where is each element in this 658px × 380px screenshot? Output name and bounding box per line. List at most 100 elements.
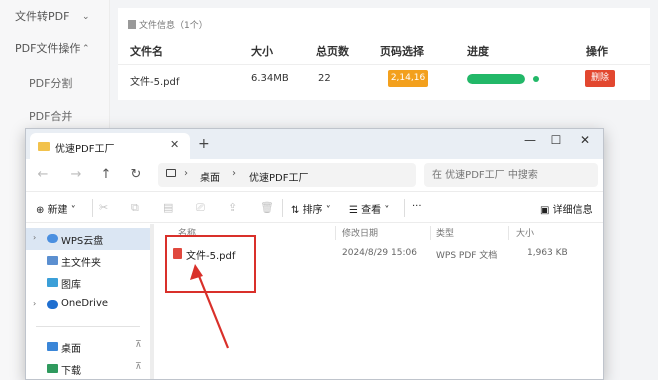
column-divider[interactable] xyxy=(430,226,431,240)
progress-fill xyxy=(467,74,525,84)
column-divider[interactable] xyxy=(508,226,509,240)
nav-label: 主文件夹 xyxy=(61,258,101,269)
navigation-scrollbar[interactable] xyxy=(150,224,154,379)
file-info-title: 文件信息（1个） xyxy=(139,21,208,31)
row-file-size: 6.34MB xyxy=(251,73,289,84)
column-header-size[interactable]: 大小 xyxy=(516,226,534,239)
paste-icon[interactable]: ▤ xyxy=(163,201,173,214)
sidebar-item-file-to-pdf[interactable]: 文件转PDF ⌄ xyxy=(0,6,110,28)
progress-done-dot xyxy=(533,76,539,82)
sort-button[interactable]: ⇅ 排序 ˅ xyxy=(291,201,331,216)
nav-item-desktop[interactable]: 桌面 ⊼ xyxy=(26,336,150,358)
more-options-button[interactable]: ··· xyxy=(412,201,422,212)
nav-item-home[interactable]: 主文件夹 xyxy=(26,250,150,272)
pin-icon: ⊼ xyxy=(135,340,142,350)
chevron-up-icon: ⌃ xyxy=(82,44,90,54)
title-bar: 优速PDF工厂 ✕ + — ☐ ✕ xyxy=(26,129,603,159)
column-header-modified[interactable]: 修改日期 xyxy=(342,226,378,239)
details-pane-button[interactable]: ▣ 详细信息 xyxy=(540,201,593,216)
toolbar-divider xyxy=(92,199,93,217)
file-size: 1,963 KB xyxy=(527,248,568,258)
command-bar: ⊕ 新建 ˅ ✂ ⧉ ▤ ⎚ ⇪ 🗑 ⇅ 排序 ˅ ☰ 查看 ˅ ··· ▣ 详… xyxy=(26,191,603,223)
gallery-icon xyxy=(47,278,58,287)
chevron-right-icon[interactable]: › xyxy=(33,233,36,242)
nav-item-gallery[interactable]: 图库 xyxy=(26,272,150,294)
page-range-badge[interactable]: 2,14,16 xyxy=(388,70,428,87)
cloud-icon xyxy=(47,234,58,243)
navigation-pane: › WPS云盘 主文件夹 图库 › OneDrive 桌面 ⊼ 下载 ⊼ xyxy=(26,224,150,379)
sidebar-item-label: PDF文件操作 xyxy=(15,42,81,55)
column-header-page-range: 页码选择 xyxy=(380,45,424,58)
copy-icon[interactable]: ⧉ xyxy=(131,201,139,215)
forward-button[interactable]: → xyxy=(67,167,85,182)
rename-icon[interactable]: ⎚ xyxy=(196,201,205,215)
toolbar-divider xyxy=(404,199,405,217)
sidebar-item-label: 文件转PDF xyxy=(15,10,70,23)
new-tab-button[interactable]: + xyxy=(198,136,210,152)
folder-icon xyxy=(38,142,50,151)
view-button[interactable]: ☰ 查看 ˅ xyxy=(349,201,389,216)
column-header-action: 操作 xyxy=(586,45,608,58)
file-type: WPS PDF 文档 xyxy=(436,251,498,261)
column-header-pages: 总页数 xyxy=(316,45,349,58)
search-box[interactable] xyxy=(424,163,598,187)
minimize-button[interactable]: — xyxy=(518,133,542,147)
breadcrumb-separator: › xyxy=(232,168,236,179)
column-header-size: 大小 xyxy=(251,45,273,58)
monitor-icon xyxy=(166,169,176,177)
chevron-down-icon: ⌄ xyxy=(82,12,90,22)
column-header-filename: 文件名 xyxy=(130,45,163,58)
refresh-button[interactable]: ↻ xyxy=(127,167,145,182)
nav-label: 下载 xyxy=(61,366,81,377)
up-button[interactable]: ↑ xyxy=(97,167,115,182)
download-icon xyxy=(47,364,58,373)
sidebar-subitem-pdf-merge[interactable]: PDF合并 xyxy=(29,108,72,124)
back-button[interactable]: ← xyxy=(34,167,52,182)
maximize-button[interactable]: ☐ xyxy=(544,133,568,147)
close-window-button[interactable]: ✕ xyxy=(573,133,597,147)
pin-icon: ⊼ xyxy=(135,362,142,372)
share-icon[interactable]: ⇪ xyxy=(228,201,237,214)
sort-label: 排序 xyxy=(302,205,323,216)
desktop-icon xyxy=(47,342,58,351)
search-input[interactable] xyxy=(432,167,590,183)
delete-icon[interactable]: 🗑 xyxy=(260,201,274,214)
column-header-type[interactable]: 类型 xyxy=(436,226,454,239)
nav-label: OneDrive xyxy=(61,298,109,309)
nav-label: 桌面 xyxy=(61,344,81,355)
close-tab-icon[interactable]: ✕ xyxy=(170,138,179,151)
nav-divider xyxy=(36,326,140,327)
sidebar-item-pdf-ops[interactable]: PDF文件操作 ⌃ xyxy=(0,38,110,60)
nav-item-onedrive[interactable]: › OneDrive xyxy=(26,294,150,316)
new-label: 新建 xyxy=(47,205,68,216)
file-modified: 2024/8/29 15:06 xyxy=(342,248,417,258)
nav-label: WPS云盘 xyxy=(61,236,104,247)
tab-youspeed-pdf[interactable]: 优速PDF工厂 ✕ xyxy=(30,133,190,159)
file-info-panel: 文件信息（1个） 文件名 大小 总页数 页码选择 进度 操作 文件-5.pdf … xyxy=(118,8,650,100)
breadcrumb-desktop[interactable]: 桌面 xyxy=(200,169,220,184)
chevron-right-icon[interactable]: › xyxy=(33,299,36,308)
row-file-name: 文件-5.pdf xyxy=(130,77,180,88)
row-divider xyxy=(118,64,650,65)
view-label: 查看 xyxy=(361,205,382,216)
file-explorer-window: 优速PDF工厂 ✕ + — ☐ ✕ ← → ↑ ↻ › 桌面 › 优速PDF工厂… xyxy=(25,128,604,380)
nav-item-downloads[interactable]: 下载 ⊼ xyxy=(26,358,150,379)
address-row: ← → ↑ ↻ › 桌面 › 优速PDF工厂 xyxy=(26,159,603,191)
row-page-count: 22 xyxy=(318,73,331,84)
delete-button[interactable]: 删除 xyxy=(585,70,615,87)
breadcrumb-folder[interactable]: 优速PDF工厂 xyxy=(249,169,308,184)
nav-label: 图库 xyxy=(61,280,81,291)
document-icon xyxy=(128,20,136,29)
progress-bar xyxy=(467,74,525,84)
new-button[interactable]: ⊕ 新建 ˅ xyxy=(36,201,76,216)
details-label: 详细信息 xyxy=(552,205,593,216)
highlight-box xyxy=(165,235,256,293)
column-divider[interactable] xyxy=(335,226,336,240)
tab-label: 优速PDF工厂 xyxy=(55,144,115,155)
address-bar[interactable]: › 桌面 › 优速PDF工厂 xyxy=(158,163,416,187)
chevron-down-icon: ˅ xyxy=(70,205,76,216)
breadcrumb-separator: › xyxy=(184,168,188,179)
cut-icon[interactable]: ✂ xyxy=(99,201,108,214)
nav-item-wps-cloud[interactable]: › WPS云盘 xyxy=(26,228,150,250)
sidebar-subitem-pdf-split[interactable]: PDF分割 xyxy=(29,75,72,91)
